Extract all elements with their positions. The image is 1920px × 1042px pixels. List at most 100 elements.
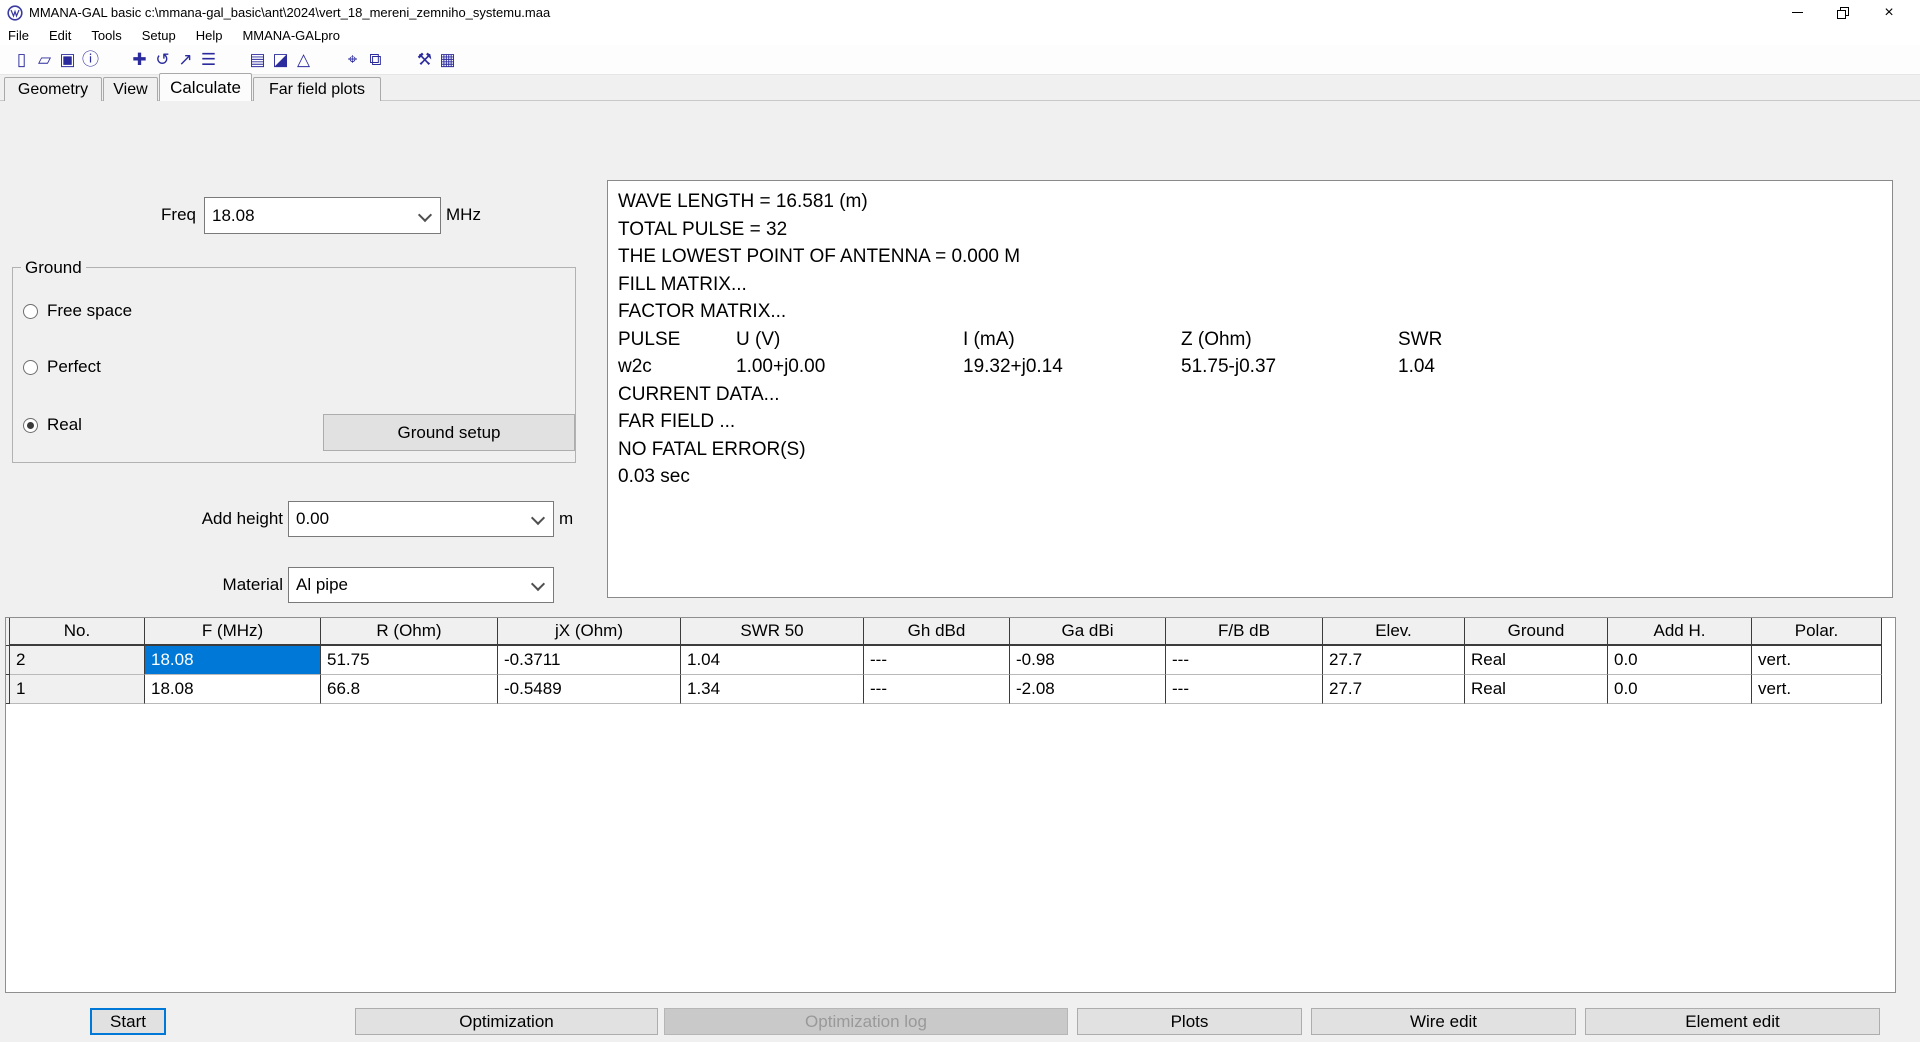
cell-r[interactable]: 66.8 xyxy=(321,675,498,704)
cell-addh[interactable]: 0.0 xyxy=(1608,675,1752,704)
calculator-icon[interactable]: ▦ xyxy=(436,49,459,71)
wire-list-icon[interactable]: ▤ xyxy=(246,49,269,71)
cell-ga[interactable]: -2.08 xyxy=(1010,675,1166,704)
output-line: WAVE LENGTH = 16.581 (m) xyxy=(618,188,1884,216)
copy-icon[interactable]: ⧉ xyxy=(364,49,387,71)
restore-button[interactable] xyxy=(1820,0,1866,25)
tab-view[interactable]: View xyxy=(103,77,158,101)
restore-icon xyxy=(1837,7,1849,19)
menu-help[interactable]: Help xyxy=(186,25,233,45)
cell-gh[interactable]: --- xyxy=(864,675,1010,704)
cell-polar[interactable]: vert. xyxy=(1752,646,1882,675)
tools-icon[interactable]: ⚒ xyxy=(413,49,436,71)
optimization-log-button[interactable]: Optimization log xyxy=(664,1008,1068,1035)
element-sliders-icon[interactable]: ☰ xyxy=(197,49,220,71)
chevron-down-icon[interactable] xyxy=(531,511,545,525)
cell-elev[interactable]: 27.7 xyxy=(1323,675,1465,704)
add-height-label: Add height xyxy=(100,509,283,529)
chevron-down-icon[interactable] xyxy=(531,577,545,591)
menu-bar: File Edit Tools Setup Help MMANA-GALpro xyxy=(0,25,1920,45)
file-info-icon[interactable]: ⓘ xyxy=(79,49,102,71)
cell-f-selected[interactable]: 18.08 xyxy=(145,646,321,675)
material-combo[interactable]: Al pipe xyxy=(288,567,554,603)
menu-edit[interactable]: Edit xyxy=(39,25,81,45)
new-file-icon[interactable]: ▯ xyxy=(10,49,33,71)
wire-edit-button[interactable]: Wire edit xyxy=(1311,1008,1576,1035)
cell-ga[interactable]: -0.98 xyxy=(1010,646,1166,675)
cell-ground[interactable]: Real xyxy=(1465,675,1608,704)
triangle-icon[interactable]: △ xyxy=(292,49,315,71)
col-header-elev: Elev. xyxy=(1323,618,1465,646)
output-line: 0.03 sec xyxy=(618,463,1884,491)
close-button[interactable]: × xyxy=(1866,0,1912,25)
cell-fb[interactable]: --- xyxy=(1166,646,1323,675)
eraser-icon[interactable]: ◪ xyxy=(269,49,292,71)
menu-tools[interactable]: Tools xyxy=(81,25,131,45)
col-header-f: F (MHz) xyxy=(145,618,321,646)
menu-file[interactable]: File xyxy=(0,25,39,45)
rotate-icon[interactable]: ↺ xyxy=(151,49,174,71)
cell-jx[interactable]: -0.5489 xyxy=(498,675,681,704)
col-header-swr: SWR 50 xyxy=(681,618,864,646)
ground-setup-button[interactable]: Ground setup xyxy=(323,414,575,451)
col-header-ground: Ground xyxy=(1465,618,1608,646)
pulse-col-header: U (V) xyxy=(736,326,963,354)
output-line: FAR FIELD ... xyxy=(618,408,1884,436)
col-header-fb: F/B dB xyxy=(1166,618,1323,646)
pulse-col-header: PULSE xyxy=(618,326,736,354)
cell-no[interactable]: 1 xyxy=(10,675,145,704)
element-edit-button[interactable]: Element edit xyxy=(1585,1008,1880,1035)
cell-no[interactable]: 2 xyxy=(10,646,145,675)
calculation-output: WAVE LENGTH = 16.581 (m) TOTAL PULSE = 3… xyxy=(607,180,1893,598)
freq-combo[interactable]: 18.08 xyxy=(204,197,441,234)
tab-geometry[interactable]: Geometry xyxy=(4,77,102,101)
minimize-button[interactable] xyxy=(1774,0,1820,25)
col-header-polar: Polar. xyxy=(1752,618,1882,646)
radio-real-label: Real xyxy=(47,415,82,435)
close-icon: × xyxy=(1884,5,1893,21)
cell-ground[interactable]: Real xyxy=(1465,646,1608,675)
pulse-col-header: I (mA) xyxy=(963,326,1181,354)
cell-fb[interactable]: --- xyxy=(1166,675,1323,704)
chevron-down-icon[interactable] xyxy=(418,207,432,221)
plots-button[interactable]: Plots xyxy=(1077,1008,1302,1035)
table-row[interactable]: 1 18.08 66.8 -0.5489 1.34 --- -2.08 --- … xyxy=(6,675,1895,704)
cell-elev[interactable]: 27.7 xyxy=(1323,646,1465,675)
toolbar: ▯ ▱ ▣ ⓘ ✚ ↺ ↗ ☰ ▤ ◪ △ ⌖ ⧉ ⚒ ▦ xyxy=(0,45,1920,75)
menu-setup[interactable]: Setup xyxy=(132,25,186,45)
cell-swr[interactable]: 1.34 xyxy=(681,675,864,704)
table-row[interactable]: 2 18.08 51.75 -0.3711 1.04 --- -0.98 ---… xyxy=(6,646,1895,675)
cell-polar[interactable]: vert. xyxy=(1752,675,1882,704)
radio-real[interactable]: Real xyxy=(23,414,82,436)
output-line: FILL MATRIX... xyxy=(618,271,1884,299)
optimization-button[interactable]: Optimization xyxy=(355,1008,658,1035)
col-header-jx: jX (Ohm) xyxy=(498,618,681,646)
title-bar: MMANA-GAL basic c:\mmana-gal_basic\ant\2… xyxy=(0,0,1920,25)
scale-icon[interactable]: ↗ xyxy=(174,49,197,71)
save-file-icon[interactable]: ▣ xyxy=(56,49,79,71)
pulse-cell: 1.00+j0.00 xyxy=(736,353,963,381)
tab-far-field-plots[interactable]: Far field plots xyxy=(253,77,381,101)
target-icon[interactable]: ⌖ xyxy=(341,49,364,71)
radio-circle-icon xyxy=(23,304,38,319)
pulse-cell: w2c xyxy=(618,353,736,381)
cell-f[interactable]: 18.08 xyxy=(145,675,321,704)
radio-perfect[interactable]: Perfect xyxy=(23,356,101,378)
start-button[interactable]: Start xyxy=(90,1008,166,1035)
add-height-combo[interactable]: 0.00 xyxy=(288,501,554,537)
move-icon[interactable]: ✚ xyxy=(128,49,151,71)
menu-mmana-galpro[interactable]: MMANA-GALpro xyxy=(232,25,350,45)
tab-strip: Geometry View Calculate Far field plots xyxy=(0,73,1920,101)
cell-r[interactable]: 51.75 xyxy=(321,646,498,675)
material-value: Al pipe xyxy=(296,575,348,595)
cell-addh[interactable]: 0.0 xyxy=(1608,646,1752,675)
cell-jx[interactable]: -0.3711 xyxy=(498,646,681,675)
open-file-icon[interactable]: ▱ xyxy=(33,49,56,71)
cell-gh[interactable]: --- xyxy=(864,646,1010,675)
radio-free-space[interactable]: Free space xyxy=(23,300,132,322)
ground-groupbox-title: Ground xyxy=(21,258,86,278)
freq-value: 18.08 xyxy=(212,206,255,226)
tab-calculate[interactable]: Calculate xyxy=(159,73,252,101)
output-line: NO FATAL ERROR(S) xyxy=(618,436,1884,464)
cell-swr[interactable]: 1.04 xyxy=(681,646,864,675)
